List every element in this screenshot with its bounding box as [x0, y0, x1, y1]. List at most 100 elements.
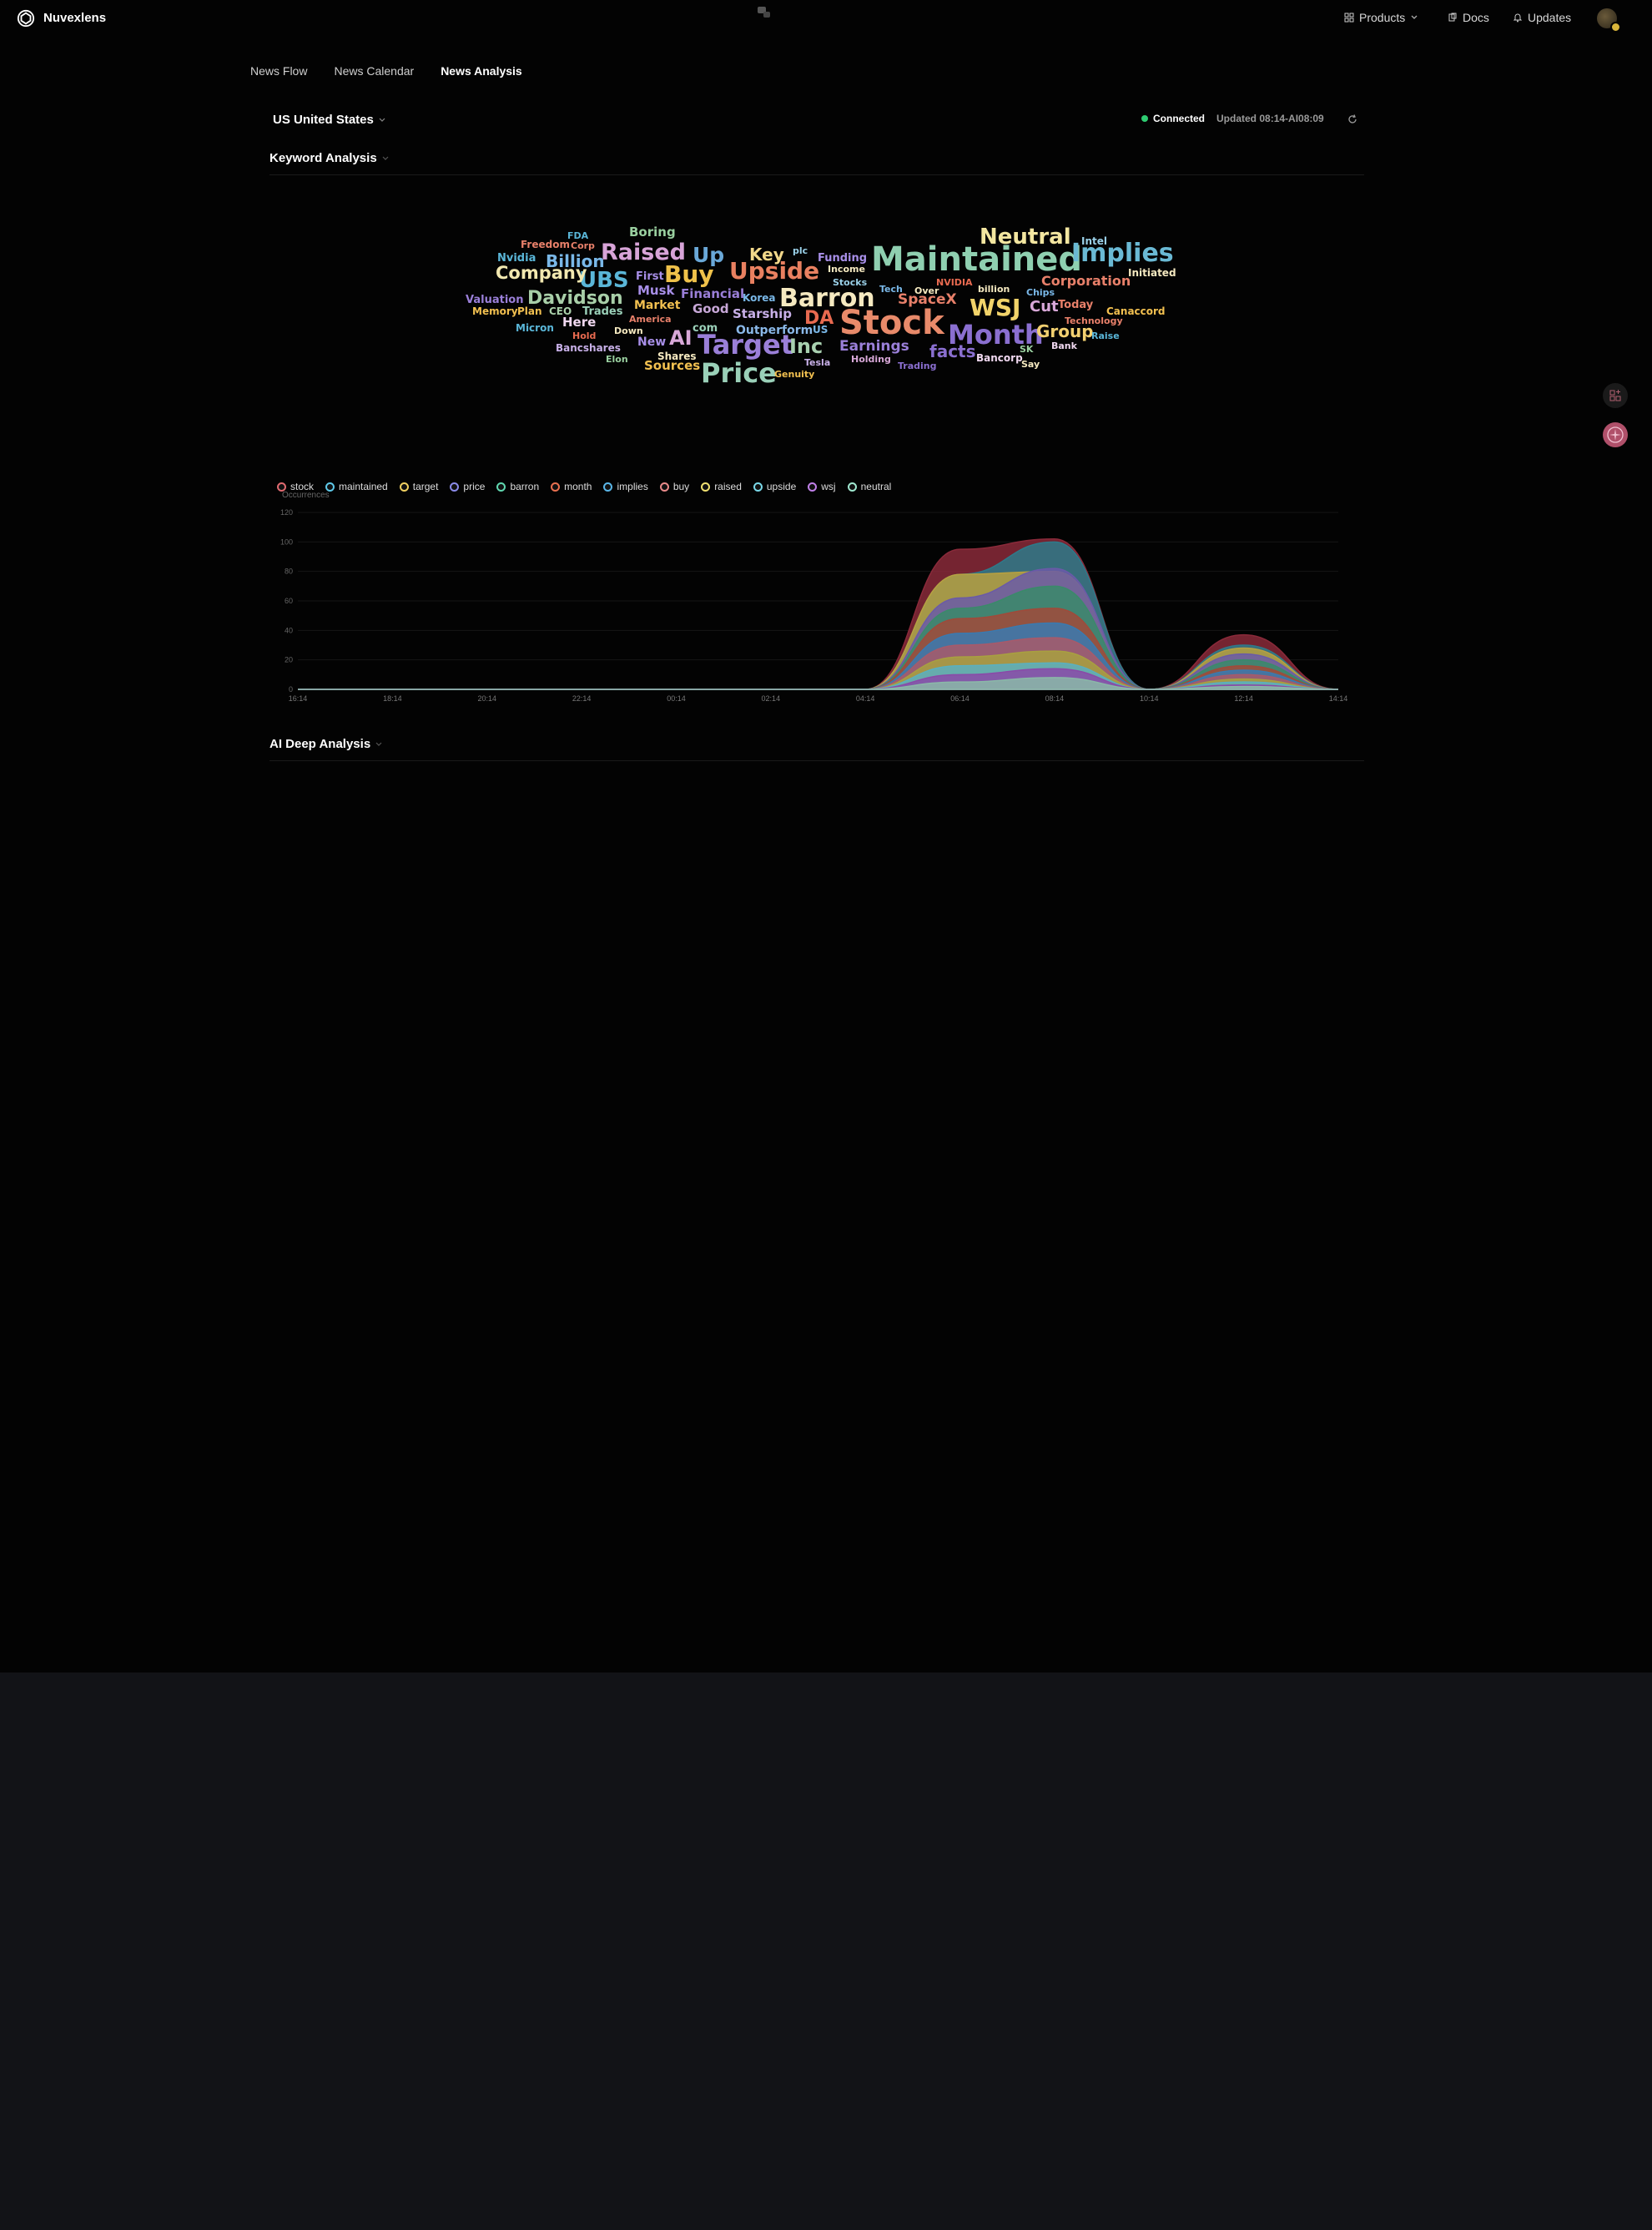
word-cloud-item[interactable]: Funding: [818, 253, 867, 264]
word-cloud-item[interactable]: Income: [828, 265, 865, 274]
word-cloud-item[interactable]: Corporation: [1041, 275, 1131, 288]
word-cloud-item[interactable]: Bancorp: [976, 353, 1023, 363]
word-cloud-item[interactable]: Bancshares: [556, 343, 621, 353]
nav-products[interactable]: Products: [1344, 11, 1418, 24]
word-cloud-item[interactable]: Bank: [1051, 341, 1077, 351]
y-tick-label: 60: [285, 597, 293, 605]
ai-deep-analysis-header[interactable]: AI Deep Analysis: [269, 737, 382, 751]
keyword-analysis-header[interactable]: Keyword Analysis: [269, 151, 389, 165]
x-tick-label: 02:14: [762, 694, 781, 703]
word-cloud-item[interactable]: Key: [749, 246, 784, 263]
area-series-price[interactable]: [298, 568, 1339, 690]
connected-dot-icon: [1141, 115, 1148, 122]
word-cloud-item[interactable]: Inc: [789, 336, 823, 356]
word-cloud-item[interactable]: Tesla: [804, 358, 830, 367]
word-cloud-item[interactable]: CEO: [549, 306, 572, 316]
word-cloud-item[interactable]: Plan: [517, 306, 542, 316]
word-cloud-item[interactable]: Financial: [681, 288, 744, 300]
word-cloud-item[interactable]: Over: [914, 286, 939, 295]
word-cloud-item[interactable]: Cut: [1030, 300, 1059, 315]
word-cloud-item[interactable]: Price: [701, 360, 777, 386]
word-cloud-item[interactable]: com: [693, 323, 718, 334]
word-cloud-item[interactable]: Intel: [1081, 236, 1107, 246]
word-cloud-item[interactable]: Good: [693, 303, 729, 315]
area-series-barron[interactable]: [298, 585, 1339, 690]
nav-updates[interactable]: Updates: [1513, 11, 1571, 24]
refresh-icon[interactable]: [1347, 114, 1358, 125]
word-cloud-item[interactable]: Nvidia: [497, 253, 536, 264]
word-cloud-item[interactable]: NVIDIA: [936, 278, 973, 287]
top-bar: Nuvexlens Products Docs Updates: [0, 0, 1652, 37]
word-cloud-item[interactable]: Valuation: [466, 295, 523, 305]
word-cloud-item[interactable]: Starship: [733, 308, 792, 320]
brand-name[interactable]: Nuvexlens: [43, 11, 106, 25]
word-cloud-item[interactable]: Shares: [657, 351, 696, 361]
word-cloud-item[interactable]: Stocks: [833, 278, 867, 287]
x-tick-label: 00:14: [667, 694, 686, 703]
y-tick-label: 120: [280, 508, 293, 517]
word-cloud-item[interactable]: Technology: [1065, 316, 1123, 325]
word-cloud-item[interactable]: Up: [693, 245, 724, 265]
word-cloud-item[interactable]: Tech: [879, 285, 903, 294]
word-cloud-item[interactable]: Trades: [582, 306, 622, 317]
word-cloud-item[interactable]: Neutral: [980, 226, 1071, 248]
word-cloud-item[interactable]: AI: [669, 328, 693, 348]
word-cloud-item[interactable]: America: [629, 315, 672, 324]
word-cloud-item[interactable]: Say: [1021, 360, 1040, 369]
word-cloud-item[interactable]: Trading: [898, 361, 937, 371]
bell-icon: [1513, 13, 1523, 23]
y-axis-label: Occurrences: [282, 491, 330, 500]
word-cloud-item[interactable]: Corp: [571, 241, 595, 250]
page-tabs: News Flow News Calendar News Analysis: [250, 64, 549, 78]
word-cloud-item[interactable]: Genuity: [774, 370, 814, 379]
tab-news-flow[interactable]: News Flow: [250, 64, 307, 78]
word-cloud-item[interactable]: US: [813, 325, 828, 335]
word-cloud-item[interactable]: New: [637, 336, 666, 348]
word-cloud-item[interactable]: billion: [978, 285, 1010, 294]
updated-time: Updated 08:14-AI08:09: [1216, 113, 1324, 124]
x-tick-label: 10:14: [1140, 694, 1159, 703]
word-cloud-item[interactable]: Chips: [1026, 288, 1055, 297]
country-selector[interactable]: US United States: [273, 113, 385, 127]
area-series-maintained[interactable]: [298, 541, 1339, 690]
word-cloud-item[interactable]: Memory: [472, 306, 518, 316]
nav-docs[interactable]: Docs: [1448, 11, 1489, 24]
word-cloud-item[interactable]: Market: [634, 300, 680, 311]
y-tick-label: 0: [289, 685, 293, 694]
word-cloud-item[interactable]: Billion: [546, 253, 605, 270]
word-cloud-item[interactable]: Boring: [629, 226, 676, 239]
word-cloud-item[interactable]: WSJ: [970, 296, 1020, 320]
word-cloud-item[interactable]: Here: [562, 316, 596, 329]
logo-icon[interactable]: [17, 9, 35, 28]
grid-icon: [1344, 13, 1354, 23]
word-cloud-item[interactable]: Micron: [516, 323, 554, 333]
x-tick-label: 12:14: [1234, 694, 1253, 703]
side-widget-button[interactable]: [1603, 383, 1628, 408]
word-cloud-item[interactable]: Korea: [743, 293, 776, 303]
word-cloud-item[interactable]: Outperform: [736, 325, 813, 336]
tab-news-calendar[interactable]: News Calendar: [334, 64, 414, 78]
word-cloud-item[interactable]: First: [636, 271, 664, 282]
word-cloud-item[interactable]: Musk: [637, 285, 675, 297]
nav-updates-label: Updates: [1528, 11, 1572, 24]
x-tick-label: 22:14: [572, 694, 592, 703]
word-cloud-item[interactable]: facts: [929, 343, 976, 360]
word-cloud-item[interactable]: Holding: [851, 355, 891, 364]
side-ai-button[interactable]: [1603, 422, 1628, 447]
word-cloud-item[interactable]: SK: [1020, 345, 1033, 354]
word-cloud-item[interactable]: plc: [793, 246, 808, 255]
x-tick-label: 18:14: [383, 694, 402, 703]
word-cloud-item[interactable]: Down: [614, 326, 643, 336]
word-cloud-item[interactable]: Earnings: [839, 340, 909, 354]
word-cloud-item[interactable]: Raise: [1091, 331, 1120, 341]
tab-news-analysis[interactable]: News Analysis: [441, 64, 522, 78]
word-cloud-item[interactable]: Freedom: [521, 240, 570, 250]
word-cloud-item[interactable]: Today: [1058, 300, 1093, 310]
word-cloud-item[interactable]: FDA: [567, 231, 588, 240]
loading-icon: [758, 7, 770, 18]
area-series-stock[interactable]: [298, 538, 1339, 690]
nav-products-label: Products: [1359, 11, 1406, 24]
word-cloud-item[interactable]: Initiated: [1128, 268, 1176, 278]
word-cloud-item[interactable]: Elon: [606, 355, 628, 364]
word-cloud-item[interactable]: Hold: [572, 331, 596, 341]
